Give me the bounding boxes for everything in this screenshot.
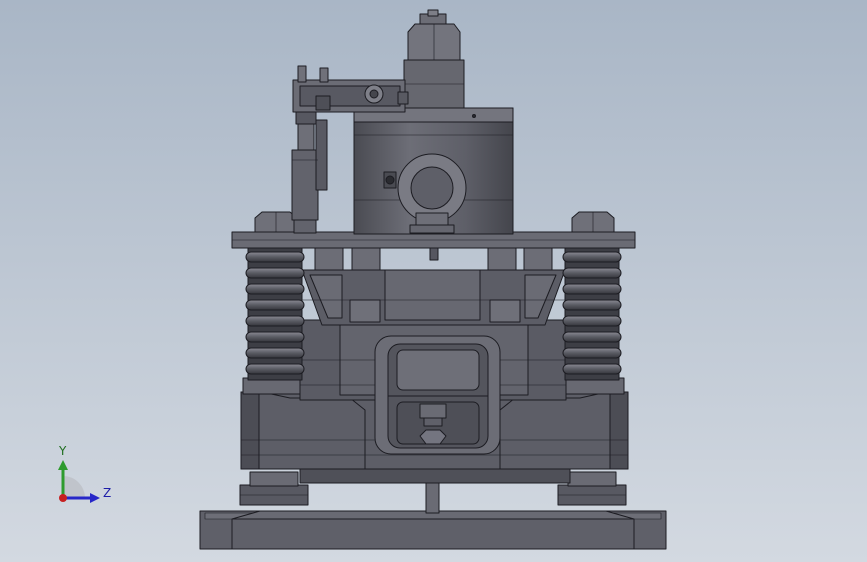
graphics-viewport[interactable]: Y Z <box>0 0 867 562</box>
base-plate <box>199 510 667 550</box>
upper-housing <box>301 269 566 326</box>
window-frame <box>374 335 501 455</box>
spring-right <box>562 247 622 381</box>
z-axis-label: Z <box>103 486 111 500</box>
y-axis-label: Y <box>58 444 67 458</box>
triad-origin <box>59 494 67 502</box>
spring-left <box>245 247 305 381</box>
